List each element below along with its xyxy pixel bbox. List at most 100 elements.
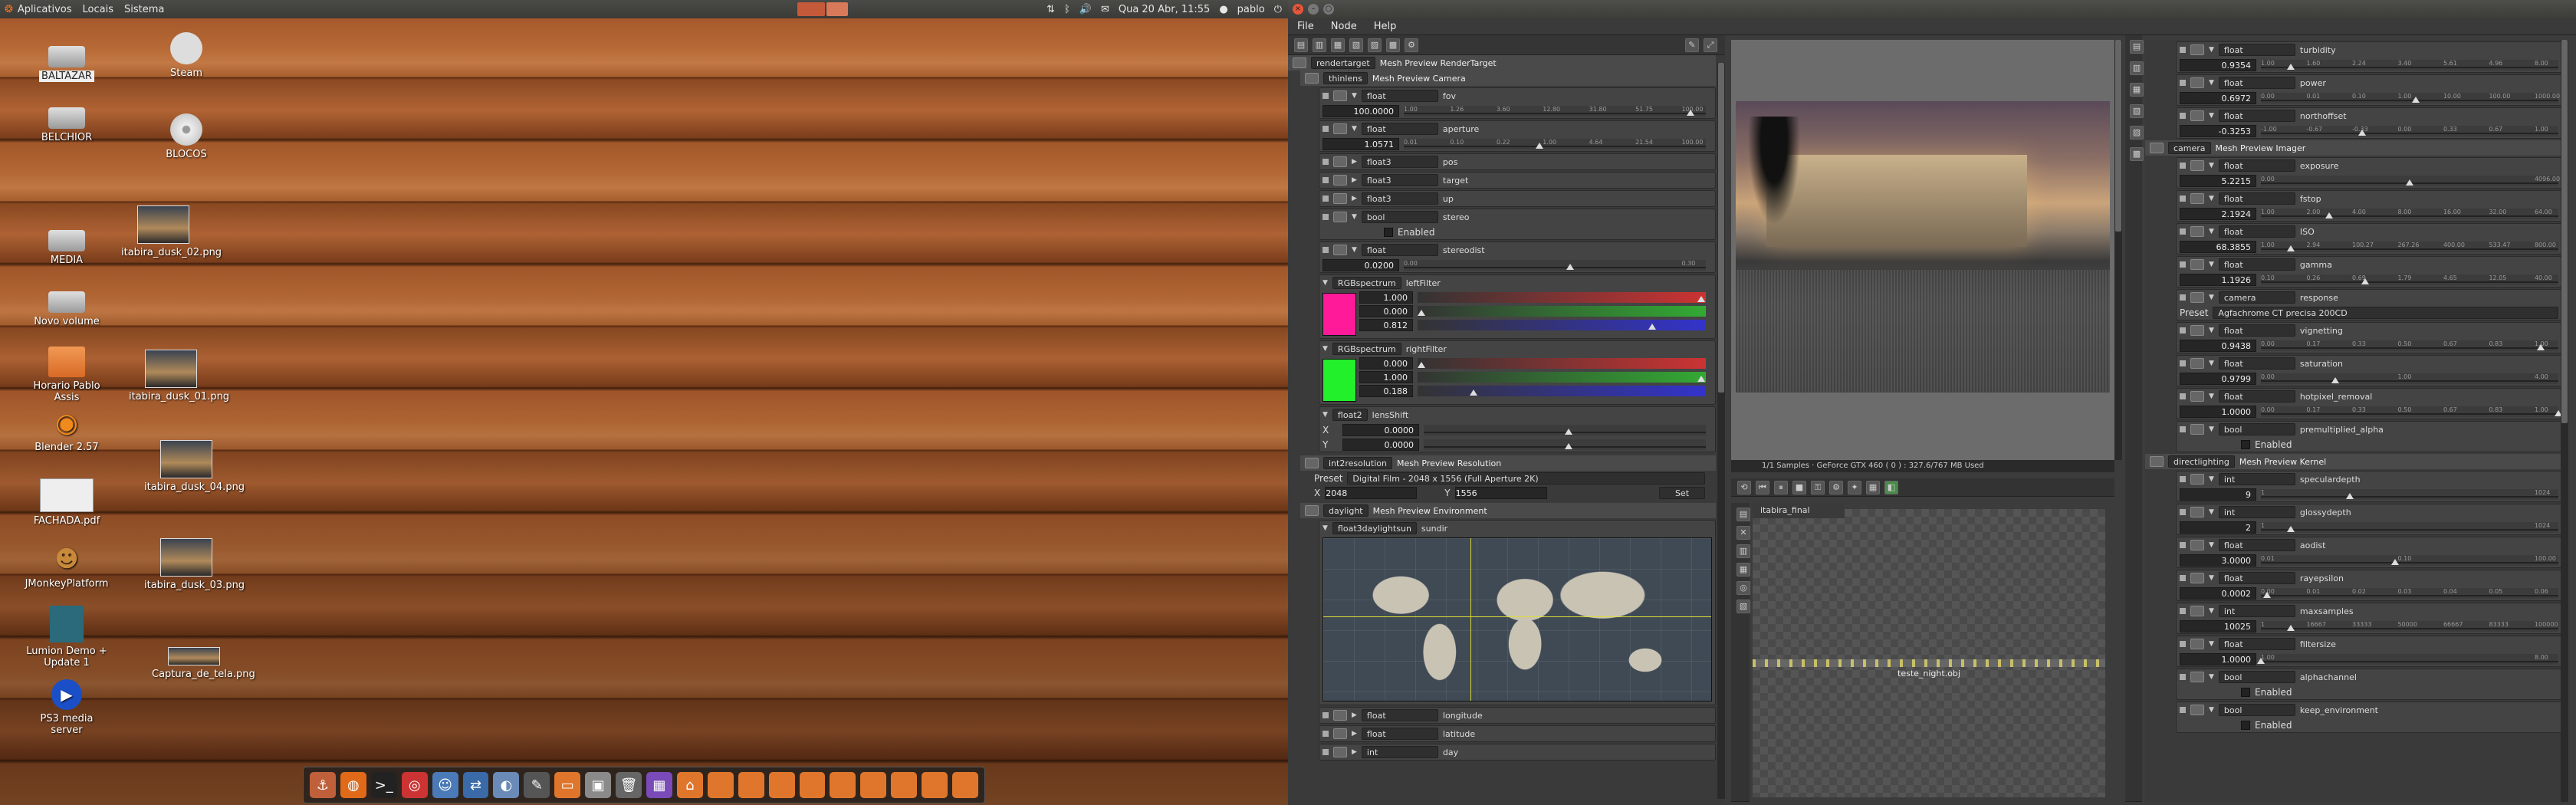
desktop-icon-itabira02[interactable]: itabira_dusk_02.png <box>121 205 222 258</box>
desktop-icon-itabira03[interactable]: itabira_dusk_03.png <box>144 538 245 591</box>
rendertarget-type-select[interactable]: rendertarget <box>1311 57 1375 69</box>
collapse-icon[interactable]: ▼ <box>2209 46 2214 54</box>
desktop-icon-captura[interactable]: Captura_de_tela.png <box>152 632 255 680</box>
resolution-type-select[interactable]: int2resolution <box>1323 457 1392 469</box>
param-icon[interactable] <box>2190 110 2204 121</box>
mesh-node-bar[interactable] <box>1753 659 2105 667</box>
blue-value[interactable]: 0.812 <box>1359 319 1413 331</box>
type-select[interactable]: float <box>2218 225 2295 238</box>
value-input[interactable]: 3.0000 <box>2180 554 2256 567</box>
preset-select[interactable]: Agfachrome CT precisa 200CD <box>2213 306 2558 319</box>
param-icon[interactable] <box>1333 90 1347 101</box>
desktop-icon-horario[interactable]: Horario Pablo Assis <box>25 347 109 403</box>
type-select[interactable]: int <box>2218 605 2295 617</box>
inkscape-icon[interactable]: ✎ <box>524 772 550 798</box>
type-select[interactable]: float <box>1361 90 1438 102</box>
type-select[interactable]: float <box>1361 123 1438 135</box>
value-input[interactable]: 100.0000 <box>1322 104 1399 117</box>
red-value[interactable]: 1.000 <box>1359 291 1413 304</box>
window-icon[interactable]: ▣ <box>585 772 612 798</box>
param-icon[interactable] <box>2190 160 2204 171</box>
open-icon[interactable]: ▥ <box>1313 38 1326 52</box>
rewind-icon[interactable]: ⏮ <box>1756 480 1769 495</box>
menu-help[interactable]: Help <box>1374 21 1397 32</box>
desktop-icon-ps3[interactable]: ▶ PS3 media server <box>25 679 109 736</box>
collapse-icon[interactable]: ▼ <box>2209 195 2214 202</box>
param-icon[interactable] <box>2190 573 2204 583</box>
menu-aplicativos[interactable]: Aplicativos <box>18 4 72 15</box>
checkbox[interactable] <box>2241 439 2250 449</box>
value-slider[interactable]: 1 1024 <box>2261 521 2558 533</box>
set-button[interactable]: Set <box>1659 486 1705 499</box>
value-input[interactable]: 0.9354 <box>2180 58 2256 71</box>
type-select[interactable]: float3 <box>1361 174 1438 186</box>
folder-icon[interactable] <box>922 772 948 798</box>
desktop-icon-itabira01[interactable]: itabira_dusk_01.png <box>129 350 229 402</box>
value-slider[interactable]: 0.00 1.00 4.00 <box>2261 373 2558 384</box>
folder-icon[interactable] <box>952 772 978 798</box>
steam-dock-icon[interactable]: ◐ <box>493 772 520 798</box>
type-select[interactable]: bool <box>1361 211 1438 223</box>
resolution-x-input[interactable]: 2048 <box>1325 486 1418 499</box>
monitor-icon[interactable]: ▦ <box>646 772 672 798</box>
tool-icon[interactable]: ▩ <box>1386 38 1400 52</box>
shift-y-value[interactable]: 0.0000 <box>1342 438 1419 451</box>
param-icon[interactable] <box>2190 292 2204 303</box>
type-select[interactable]: camera response <box>2218 291 2295 314</box>
collapse-icon[interactable]: ▼ <box>1352 92 1357 100</box>
grid-icon[interactable]: ▦ <box>1866 480 1880 495</box>
world-map[interactable] <box>1322 537 1712 702</box>
new-icon[interactable]: ▤ <box>1294 38 1308 52</box>
checkbox[interactable] <box>1384 227 1393 237</box>
expand-icon[interactable]: ▶ <box>1352 176 1357 184</box>
inspector-tool-icon[interactable]: ▤ <box>2130 40 2144 54</box>
value-input[interactable]: 0.9438 <box>2180 339 2256 352</box>
collapse-icon[interactable]: ▼ <box>2209 162 2214 169</box>
collapse-icon[interactable]: ▼ <box>2209 261 2214 268</box>
value-slider[interactable]: 0.00 0.30 <box>1404 259 1706 271</box>
type-select[interactable]: float <box>2218 390 2295 402</box>
settings-icon[interactable]: ⚙ <box>1829 480 1843 495</box>
value-slider[interactable]: 0.00 0.17 0.33 0.50 0.67 0.83 1.00 <box>2261 340 2558 351</box>
value-input[interactable]: 1.0571 <box>1322 137 1399 150</box>
param-icon[interactable] <box>2190 358 2204 369</box>
param-icon[interactable] <box>1333 212 1347 222</box>
collapse-icon[interactable]: ▼ <box>2209 112 2214 120</box>
power-icon[interactable]: ⏻ <box>1274 4 1282 15</box>
desktop-icon-lumion[interactable]: Lumion Demo + Update 1 <box>25 606 109 669</box>
type-select[interactable]: float <box>2218 539 2295 551</box>
value-input[interactable]: -0.3253 <box>2180 124 2256 137</box>
render-viewport[interactable]: 1/1 Samples · GeForce GTX 460 ( 0 ) : 32… <box>1731 40 2122 472</box>
green-value[interactable]: 0.000 <box>1359 305 1413 317</box>
folder-icon[interactable] <box>891 772 918 798</box>
slider-knob[interactable] <box>2536 343 2545 350</box>
camera-node[interactable]: thinlens Mesh Preview Camera <box>1300 71 1716 86</box>
inspector-tool-icon[interactable]: ▩ <box>2130 147 2144 161</box>
slider-knob[interactable] <box>1687 109 1695 116</box>
inspector-tool-icon[interactable]: ▦ <box>2130 83 2144 97</box>
tool-icon[interactable]: ⚙ <box>1405 38 1418 52</box>
param-icon[interactable] <box>1333 175 1347 186</box>
right-inspector-scrollbar[interactable] <box>2561 40 2568 802</box>
collapse-icon[interactable]: ▼ <box>1322 345 1328 353</box>
firefox-icon[interactable]: ◍ <box>340 772 366 798</box>
param-icon[interactable] <box>1333 728 1347 739</box>
viewport-scrollbar[interactable] <box>2114 40 2122 460</box>
desktop-icon-media[interactable]: MEDIA <box>25 224 109 266</box>
folder-icon[interactable] <box>768 772 795 798</box>
environment-type-select[interactable]: daylight <box>1323 504 1368 517</box>
picker-icon[interactable]: ✦ <box>1848 480 1861 495</box>
resolution-node[interactable]: int2resolution Mesh Preview Resolution <box>1300 455 1716 471</box>
param-icon[interactable] <box>2190 226 2204 237</box>
shift-x-value[interactable]: 0.0000 <box>1342 423 1419 436</box>
value-input[interactable]: 1.0000 <box>2180 405 2256 418</box>
value-slider[interactable]: 0.00 0.01 0.10 1.00 10.00 100.00 1000.00 <box>2261 92 2560 104</box>
bluetooth-icon[interactable]: ᛒ <box>1064 4 1070 15</box>
lock-icon[interactable]: ⚿ <box>1811 480 1825 495</box>
username[interactable]: pablo <box>1237 4 1265 15</box>
panel-window-button-2[interactable] <box>826 2 848 16</box>
slider-knob[interactable] <box>2361 278 2369 284</box>
resolution-preset-select[interactable]: Digital Film - 2048 x 1556 (Full Apertur… <box>1347 472 1705 485</box>
collapse-icon[interactable]: ▼ <box>2209 393 2214 400</box>
right-filter-swatch[interactable] <box>1322 359 1356 402</box>
